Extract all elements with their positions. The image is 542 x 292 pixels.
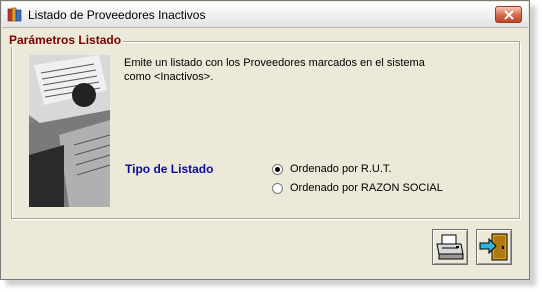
radio-order-by-rut[interactable]: Ordenado por R.U.T. [272, 163, 392, 175]
radio-order-by-razon-social[interactable]: Ordenado por RAZON SOCIAL [272, 182, 443, 194]
radio-label: Ordenado por RAZON SOCIAL [290, 182, 443, 194]
group-label: Parámetros Listado [7, 33, 124, 47]
printer-photo [29, 55, 110, 207]
dialog-window: Listado de Proveedores Inactivos Parámet… [0, 0, 530, 280]
print-button[interactable] [432, 229, 468, 265]
description-text: Emite un listado con los Proveedores mar… [124, 57, 425, 83]
printer-icon [436, 234, 464, 260]
radio-label: Ordenado por R.U.T. [290, 163, 392, 175]
radio-button[interactable] [272, 182, 283, 194]
radio-button-selected[interactable] [272, 163, 283, 175]
close-button[interactable] [495, 6, 522, 23]
title-bar[interactable]: Listado de Proveedores Inactivos [2, 2, 528, 28]
books-app-icon [7, 7, 22, 22]
exit-button[interactable] [476, 229, 512, 265]
window-title: Listado de Proveedores Inactivos [28, 8, 206, 22]
exit-door-icon [479, 233, 508, 261]
printer-photo-art [29, 55, 110, 207]
close-icon [503, 9, 514, 20]
list-type-label: Tipo de Listado [125, 162, 214, 176]
